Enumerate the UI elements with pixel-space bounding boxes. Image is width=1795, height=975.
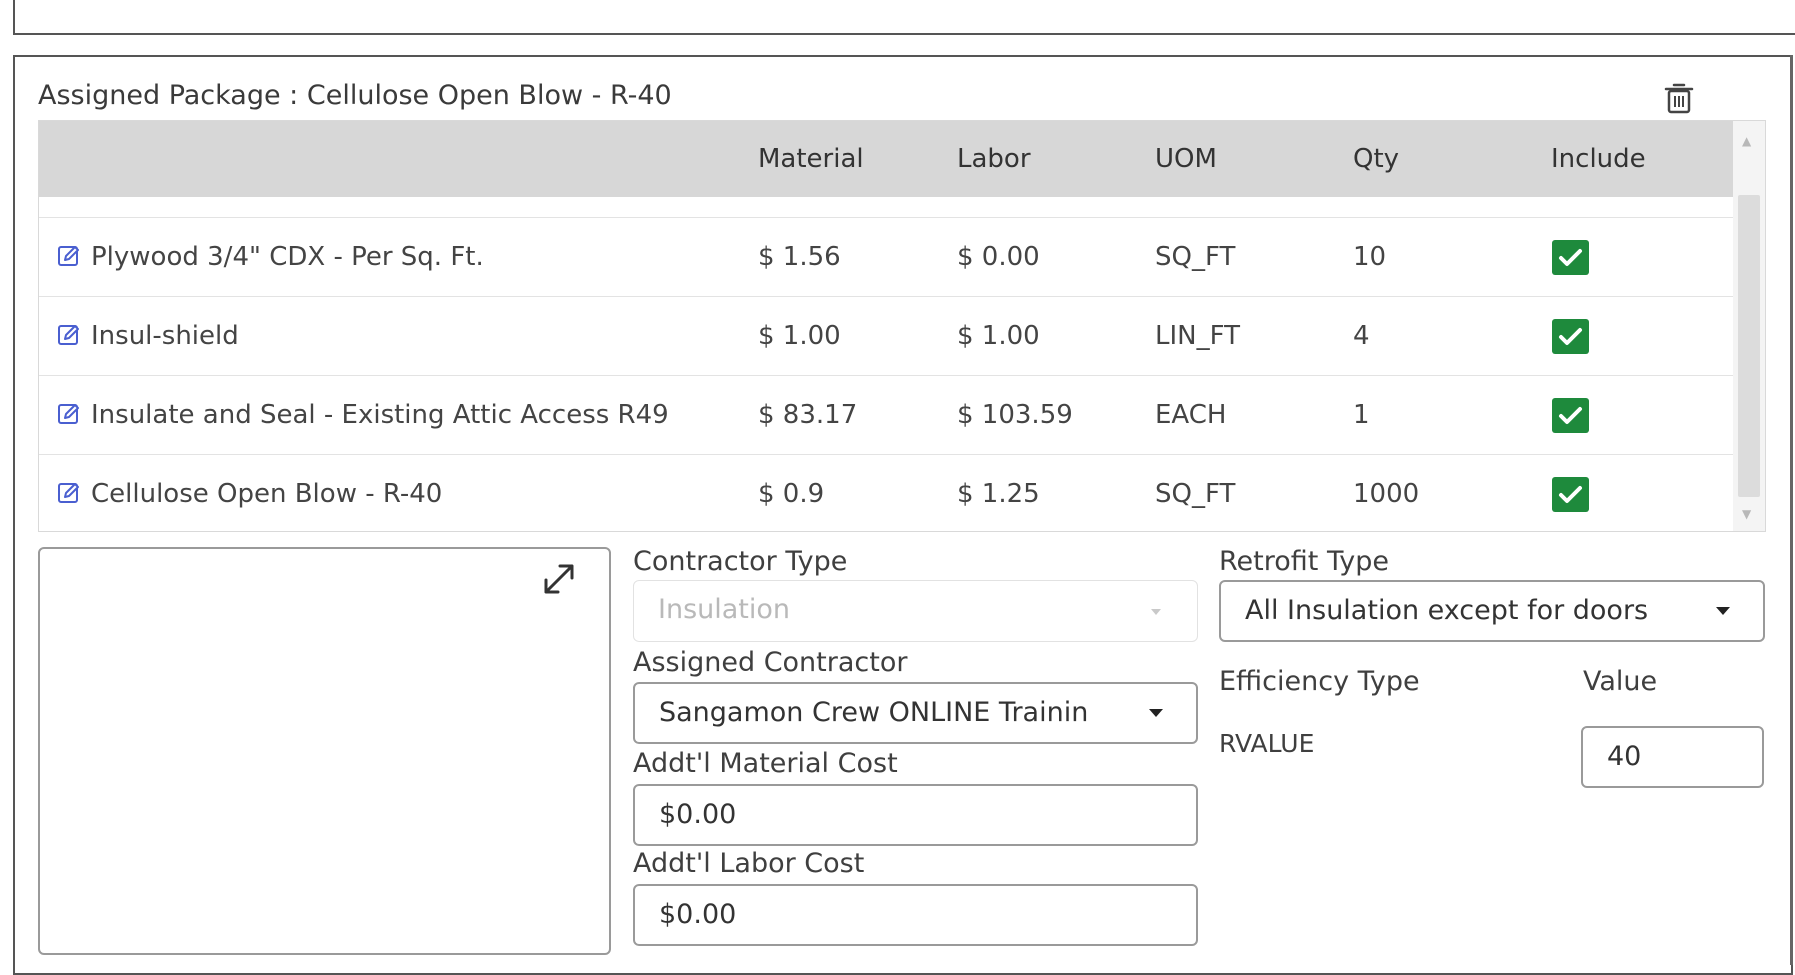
item-uom: EACH (1155, 400, 1227, 430)
efficiency-type-label: Efficiency Type (1219, 666, 1420, 697)
item-qty: 1 (1353, 400, 1370, 430)
checkbox-checked-icon (1559, 249, 1582, 266)
scroll-down-arrow-icon[interactable]: ▼ (1742, 507, 1751, 521)
chevron-down-icon (1149, 709, 1163, 717)
item-name: Cellulose Open Blow - R-40 (91, 479, 443, 509)
value-label: Value (1583, 666, 1658, 697)
include-checkbox[interactable] (1552, 398, 1589, 433)
table-row: Plywood 3/4" CDX - Per Sq. Ft. $ 1.56 $ … (39, 217, 1733, 296)
chevron-down-icon (1151, 609, 1161, 615)
checkbox-checked-icon (1559, 328, 1582, 345)
table-header: Material Labor UOM Qty Include (39, 121, 1733, 197)
item-uom: SQ_FT (1155, 479, 1236, 509)
item-material: $ 1.56 (758, 242, 841, 272)
item-qty: 1000 (1353, 479, 1420, 509)
efficiency-type-value: RVALUE (1219, 729, 1315, 758)
labor-cost-value: $0.00 (659, 899, 737, 930)
efficiency-value-input[interactable]: 40 (1581, 726, 1764, 788)
scroll-up-arrow-icon[interactable]: ▲ (1742, 134, 1751, 148)
column-header-material: Material (758, 144, 864, 174)
checkbox-checked-icon (1559, 407, 1582, 424)
panel-right-edge (1790, 55, 1793, 965)
item-name: Insulate and Seal - Existing Attic Acces… (91, 400, 669, 430)
assigned-contractor-label: Assigned Contractor (633, 647, 908, 678)
column-header-labor: Labor (957, 144, 1031, 174)
edit-icon[interactable] (57, 481, 81, 505)
contractor-type-value: Insulation (658, 594, 791, 625)
material-cost-input[interactable]: $0.00 (633, 784, 1198, 846)
labor-cost-label: Addt'l Labor Cost (633, 848, 865, 879)
edit-icon[interactable] (57, 402, 81, 426)
item-labor: $ 1.25 (957, 479, 1040, 509)
trash-icon[interactable] (1663, 81, 1695, 115)
item-name: Plywood 3/4" CDX - Per Sq. Ft. (91, 242, 484, 272)
item-qty: 4 (1353, 321, 1370, 351)
retrofit-type-value: All Insulation except for doors (1245, 595, 1649, 626)
item-material: $ 0.9 (758, 479, 825, 509)
include-checkbox[interactable] (1552, 477, 1589, 512)
item-material: $ 83.17 (758, 400, 858, 430)
contractor-type-select: Insulation (633, 580, 1198, 642)
column-header-uom: UOM (1155, 144, 1217, 174)
include-checkbox[interactable] (1552, 240, 1589, 275)
assigned-package-title: Assigned Package : Cellulose Open Blow -… (38, 80, 672, 111)
table-row: Cellulose Open Blow - R-40 $ 0.9 $ 1.25 … (39, 454, 1733, 531)
efficiency-value: 40 (1607, 741, 1642, 772)
material-cost-label: Addt'l Material Cost (633, 748, 898, 779)
item-uom: SQ_FT (1155, 242, 1236, 272)
table-scrollbar[interactable]: ▲ ▼ (1733, 121, 1765, 531)
item-material: $ 1.00 (758, 321, 841, 351)
column-header-qty: Qty (1353, 144, 1400, 174)
edit-icon[interactable] (57, 244, 81, 268)
assigned-contractor-select[interactable]: Sangamon Crew ONLINE Trainin (633, 682, 1198, 744)
edit-icon[interactable] (57, 323, 81, 347)
retrofit-type-label: Retrofit Type (1219, 546, 1389, 577)
labor-cost-input[interactable]: $0.00 (633, 884, 1198, 946)
item-labor: $ 0.00 (957, 242, 1040, 272)
table-row: Insulate and Seal - Existing Attic Acces… (39, 375, 1733, 454)
expand-icon[interactable] (540, 560, 578, 598)
retrofit-type-select[interactable]: All Insulation except for doors (1219, 580, 1765, 642)
notes-box[interactable] (38, 547, 611, 955)
item-labor: $ 103.59 (957, 400, 1073, 430)
item-name: Insul-shield (91, 321, 239, 351)
package-items-table: Material Labor UOM Qty Include Plywood 3… (38, 120, 1766, 532)
checkbox-checked-icon (1559, 486, 1582, 503)
top-frame (13, 0, 1795, 35)
contractor-type-label: Contractor Type (633, 546, 848, 577)
scroll-thumb[interactable] (1738, 195, 1760, 497)
chevron-down-icon (1716, 607, 1730, 615)
item-uom: LIN_FT (1155, 321, 1240, 351)
table-row: Insul-shield $ 1.00 $ 1.00 LIN_FT 4 (39, 296, 1733, 375)
column-header-include: Include (1551, 144, 1646, 174)
material-cost-value: $0.00 (659, 799, 737, 830)
assigned-contractor-value: Sangamon Crew ONLINE Trainin (659, 697, 1089, 728)
include-checkbox[interactable] (1552, 319, 1589, 354)
item-qty: 10 (1353, 242, 1387, 272)
item-labor: $ 1.00 (957, 321, 1040, 351)
